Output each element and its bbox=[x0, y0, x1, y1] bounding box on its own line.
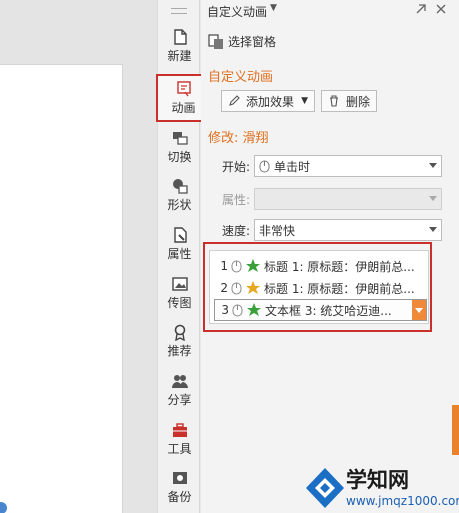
delete-button[interactable]: 删除 bbox=[321, 90, 377, 112]
chevron-down-icon bbox=[429, 196, 437, 201]
property-label: 属性: bbox=[222, 193, 251, 207]
speed-value: 非常快 bbox=[259, 223, 296, 238]
section-custom-animation-title: 自定义动画 bbox=[208, 70, 274, 85]
sidebar-item-label: 分享 bbox=[167, 393, 192, 407]
properties-icon bbox=[173, 227, 187, 243]
select-pane-button[interactable]: 选择窗格 bbox=[208, 33, 276, 50]
add-effect-label: 添加效果 bbox=[246, 94, 295, 109]
sidebar-item-label: 动画 bbox=[171, 101, 196, 115]
entrance-effect-star-icon bbox=[247, 303, 261, 316]
sidebar-item-shape[interactable]: 形状 bbox=[158, 177, 201, 223]
start-value: 单击时 bbox=[274, 159, 311, 174]
sidebar-item-label: 备份 bbox=[167, 490, 192, 504]
sidebar-item-label: 工具 bbox=[167, 442, 192, 456]
status-dot bbox=[0, 502, 7, 513]
animation-item-text: 标题 1: 原标题：伊朗前总... bbox=[264, 259, 415, 274]
entrance-effect-star-icon bbox=[246, 259, 260, 272]
sidebar-item-properties[interactable]: 属性 bbox=[158, 226, 201, 272]
slide-canvas[interactable] bbox=[0, 64, 123, 513]
custom-animation-panel: 自定义动画 ▼ 选择窗格 自定义动画 添加效果 ▼ 删除 修改: 滑翔 开始: … bbox=[201, 0, 459, 513]
share-icon bbox=[171, 375, 188, 388]
animation-icon bbox=[176, 81, 191, 97]
sidebar-item-label: 传图 bbox=[167, 296, 192, 310]
recommend-icon bbox=[174, 324, 185, 341]
animation-item-text: 标题 1: 原标题：伊朗前总... bbox=[264, 281, 415, 296]
animation-item-text: 文本框 3: 统艾哈迈迪... bbox=[265, 303, 392, 318]
panel-menu-caret-icon[interactable]: ▼ bbox=[270, 3, 277, 13]
watermark-title: 学知网 bbox=[346, 468, 409, 492]
animation-order-number: 3 bbox=[221, 303, 229, 317]
animation-list-item-selected[interactable]: 3 文本框 3: 统艾哈迈迪... bbox=[214, 299, 427, 321]
trash-icon bbox=[330, 95, 338, 107]
shape-icon bbox=[172, 179, 188, 194]
sidebar-item-label: 新建 bbox=[167, 49, 192, 63]
delete-label: 删除 bbox=[346, 94, 371, 109]
watermark-url: www.jmqz1000.com bbox=[346, 494, 459, 508]
emphasis-effect-star-icon bbox=[246, 281, 260, 294]
mouse-icon bbox=[231, 282, 242, 294]
sidebar-item-share[interactable]: 分享 bbox=[158, 372, 201, 418]
chevron-down-icon: ▼ bbox=[301, 96, 308, 106]
sidebar-grip-handle[interactable] bbox=[171, 8, 187, 14]
sidebar-item-label: 推荐 bbox=[167, 344, 192, 358]
select-pane-icon bbox=[208, 33, 223, 49]
start-label: 开始: bbox=[222, 160, 251, 174]
upload-image-icon bbox=[171, 277, 188, 291]
sidebar-item-new[interactable]: 新建 bbox=[158, 28, 201, 74]
backup-icon bbox=[172, 472, 187, 484]
animation-list[interactable]: 1 标题 1: 原标题：伊朗前总... 2 标题 1: 原标题：伊朗前总... … bbox=[209, 250, 429, 324]
sidebar-item-label: 切换 bbox=[167, 150, 192, 164]
sidebar-item-toolbox[interactable]: 工具 bbox=[158, 421, 201, 467]
task-sidebar: 新建 动画 切换 形状 属性 传图 推荐 分享 工具 备份 bbox=[156, 0, 211, 513]
sidebar-item-backup[interactable]: 备份 bbox=[158, 469, 201, 513]
panel-close-icon[interactable] bbox=[433, 1, 449, 17]
add-effect-button[interactable]: 添加效果 ▼ bbox=[221, 90, 315, 112]
sidebar-item-transition[interactable]: 切换 bbox=[158, 129, 201, 175]
watermark: 学知网 www.jmqz1000.com bbox=[302, 462, 459, 513]
transition-icon bbox=[172, 132, 188, 145]
start-dropdown[interactable]: 单击时 bbox=[254, 155, 442, 177]
animation-order-number: 1 bbox=[220, 259, 228, 273]
sidebar-item-label: 属性 bbox=[167, 247, 192, 261]
slide-canvas-area bbox=[0, 0, 157, 513]
property-dropdown[interactable] bbox=[254, 188, 442, 210]
select-pane-label: 选择窗格 bbox=[228, 35, 277, 49]
toolbox-icon bbox=[172, 423, 187, 437]
chevron-down-icon bbox=[429, 227, 437, 232]
watermark-logo-icon bbox=[306, 468, 344, 508]
panel-title[interactable]: 自定义动画 bbox=[207, 3, 267, 20]
panel-header: 自定义动画 ▼ bbox=[201, 0, 459, 20]
sidebar-item-recommend[interactable]: 推荐 bbox=[158, 323, 201, 369]
mouse-icon bbox=[259, 160, 270, 172]
panel-dock-icon[interactable] bbox=[413, 1, 429, 17]
chevron-down-icon bbox=[429, 163, 437, 168]
modify-effect-title: 修改: 滑翔 bbox=[208, 131, 269, 146]
speed-dropdown[interactable]: 非常快 bbox=[254, 219, 442, 241]
speed-label: 速度: bbox=[222, 224, 251, 238]
side-scroll-accent bbox=[452, 405, 459, 455]
animation-list-item[interactable]: 2 标题 1: 原标题：伊朗前总... bbox=[214, 277, 427, 299]
mouse-icon bbox=[231, 260, 242, 272]
animation-list-item[interactable]: 1 标题 1: 原标题：伊朗前总... bbox=[214, 255, 427, 277]
mouse-icon bbox=[232, 304, 243, 316]
pencil-icon bbox=[229, 95, 240, 106]
item-options-dropdown-button[interactable] bbox=[412, 300, 426, 320]
sidebar-item-label: 形状 bbox=[167, 198, 192, 212]
animation-order-number: 2 bbox=[220, 281, 228, 295]
sidebar-item-upload-image[interactable]: 传图 bbox=[158, 275, 201, 321]
new-doc-icon bbox=[173, 29, 187, 45]
